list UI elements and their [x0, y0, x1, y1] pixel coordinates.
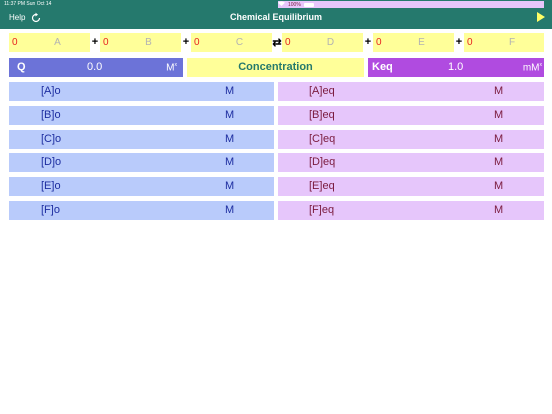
equilibrium-unit: M	[494, 204, 504, 216]
reactant-b-field[interactable]: 0 B	[100, 33, 181, 52]
equilibrium-unit: M	[494, 85, 504, 97]
initial-label: [E]o	[41, 180, 61, 192]
species-a: A	[54, 37, 61, 48]
play-icon[interactable]	[537, 12, 545, 22]
plus-sign: +	[455, 36, 463, 48]
q-value: 0.0	[87, 61, 103, 73]
initial-e-field[interactable]: [E]o M	[9, 177, 274, 196]
q-label: Q	[17, 61, 26, 73]
keq-box[interactable]: Keq 1.0 mMx	[368, 58, 544, 77]
initial-d-field[interactable]: [D]o M	[9, 153, 274, 172]
initial-label: [D]o	[41, 156, 62, 168]
initial-label: [F]o	[41, 204, 60, 216]
keq-unit: mMx	[523, 62, 542, 73]
initial-unit: M	[225, 85, 235, 97]
initial-b-field[interactable]: [B]o M	[9, 106, 274, 125]
initial-label: [A]o	[41, 85, 61, 97]
equilibrium-arrow-icon: ⇄	[272, 37, 282, 49]
equilibrium-label: [E]eq	[309, 180, 335, 192]
equilibrium-f-field[interactable]: [F]eq M	[278, 201, 544, 220]
product-f-field[interactable]: 0 F	[464, 33, 544, 52]
equilibrium-label: [F]eq	[309, 204, 335, 216]
equilibrium-b-field[interactable]: [B]eq M	[278, 106, 544, 125]
status-right: 100%	[278, 1, 544, 8]
keq-value[interactable]: 1.0	[448, 61, 463, 73]
plus-sign: +	[91, 36, 99, 48]
equilibrium-c-field[interactable]: [C]eq M	[278, 130, 544, 149]
concentration-button[interactable]: Concentration	[187, 58, 364, 77]
equilibrium-unit: M	[494, 180, 504, 192]
keq-label: Keq	[372, 61, 393, 73]
equilibrium-unit: M	[494, 109, 504, 121]
species-f: F	[508, 37, 516, 48]
product-e-field[interactable]: 0 E	[373, 33, 454, 52]
equilibrium-unit: M	[494, 133, 504, 145]
plus-sign: +	[364, 36, 372, 48]
wifi-icon	[278, 1, 285, 8]
initial-label: [B]o	[41, 109, 61, 121]
nav-bar: Help Chemical Equilibrium	[0, 8, 552, 29]
initial-label: [C]o	[41, 133, 62, 145]
plus-sign: +	[182, 36, 190, 48]
equilibrium-label: [D]eq	[309, 156, 336, 168]
species-b: B	[145, 37, 152, 48]
initial-unit: M	[225, 180, 235, 192]
equilibrium-unit: M	[494, 156, 504, 168]
reactant-a-field[interactable]: 0 A	[9, 33, 90, 52]
status-time: 11:37 PM Sun Oct 14	[4, 1, 52, 7]
page-title: Chemical Equilibrium	[229, 12, 323, 22]
species-e: E	[418, 37, 425, 48]
keq-unit-base: mM	[522, 62, 540, 74]
initial-unit: M	[225, 156, 235, 168]
initial-unit: M	[225, 204, 235, 216]
product-d-field[interactable]: 0 D	[282, 33, 363, 52]
initial-c-field[interactable]: [C]o M	[9, 130, 274, 149]
reactant-c-field[interactable]: 0 C	[191, 33, 272, 52]
status-bar: 11:37 PM Sun Oct 14 100%	[0, 0, 552, 8]
equilibrium-label: [A]eq	[309, 85, 335, 97]
initial-unit: M	[225, 109, 235, 121]
q-unit-base: M	[166, 62, 175, 74]
battery-percent: 100%	[288, 1, 301, 8]
keq-unit-exponent: x	[539, 62, 543, 68]
initial-unit: M	[225, 133, 235, 145]
initial-a-field[interactable]: [A]o M	[9, 82, 274, 101]
q-unit-exponent: x	[174, 62, 178, 68]
initial-f-field[interactable]: [F]o M	[9, 201, 274, 220]
species-d: D	[326, 37, 335, 48]
equilibrium-label: [B]eq	[309, 109, 335, 121]
equilibrium-a-field[interactable]: [A]eq M	[278, 82, 544, 101]
q-box: Q 0.0 Mx	[9, 58, 183, 77]
q-unit: Mx	[166, 62, 177, 73]
equilibrium-label: [C]eq	[309, 133, 336, 145]
equilibrium-e-field[interactable]: [E]eq M	[278, 177, 544, 196]
battery-icon	[303, 2, 314, 7]
equilibrium-d-field[interactable]: [D]eq M	[278, 153, 544, 172]
species-c: C	[235, 37, 244, 48]
reaction-equation: 0 A + 0 B + 0 C ⇄ 0 D + 0 E + 0 F	[9, 33, 544, 52]
